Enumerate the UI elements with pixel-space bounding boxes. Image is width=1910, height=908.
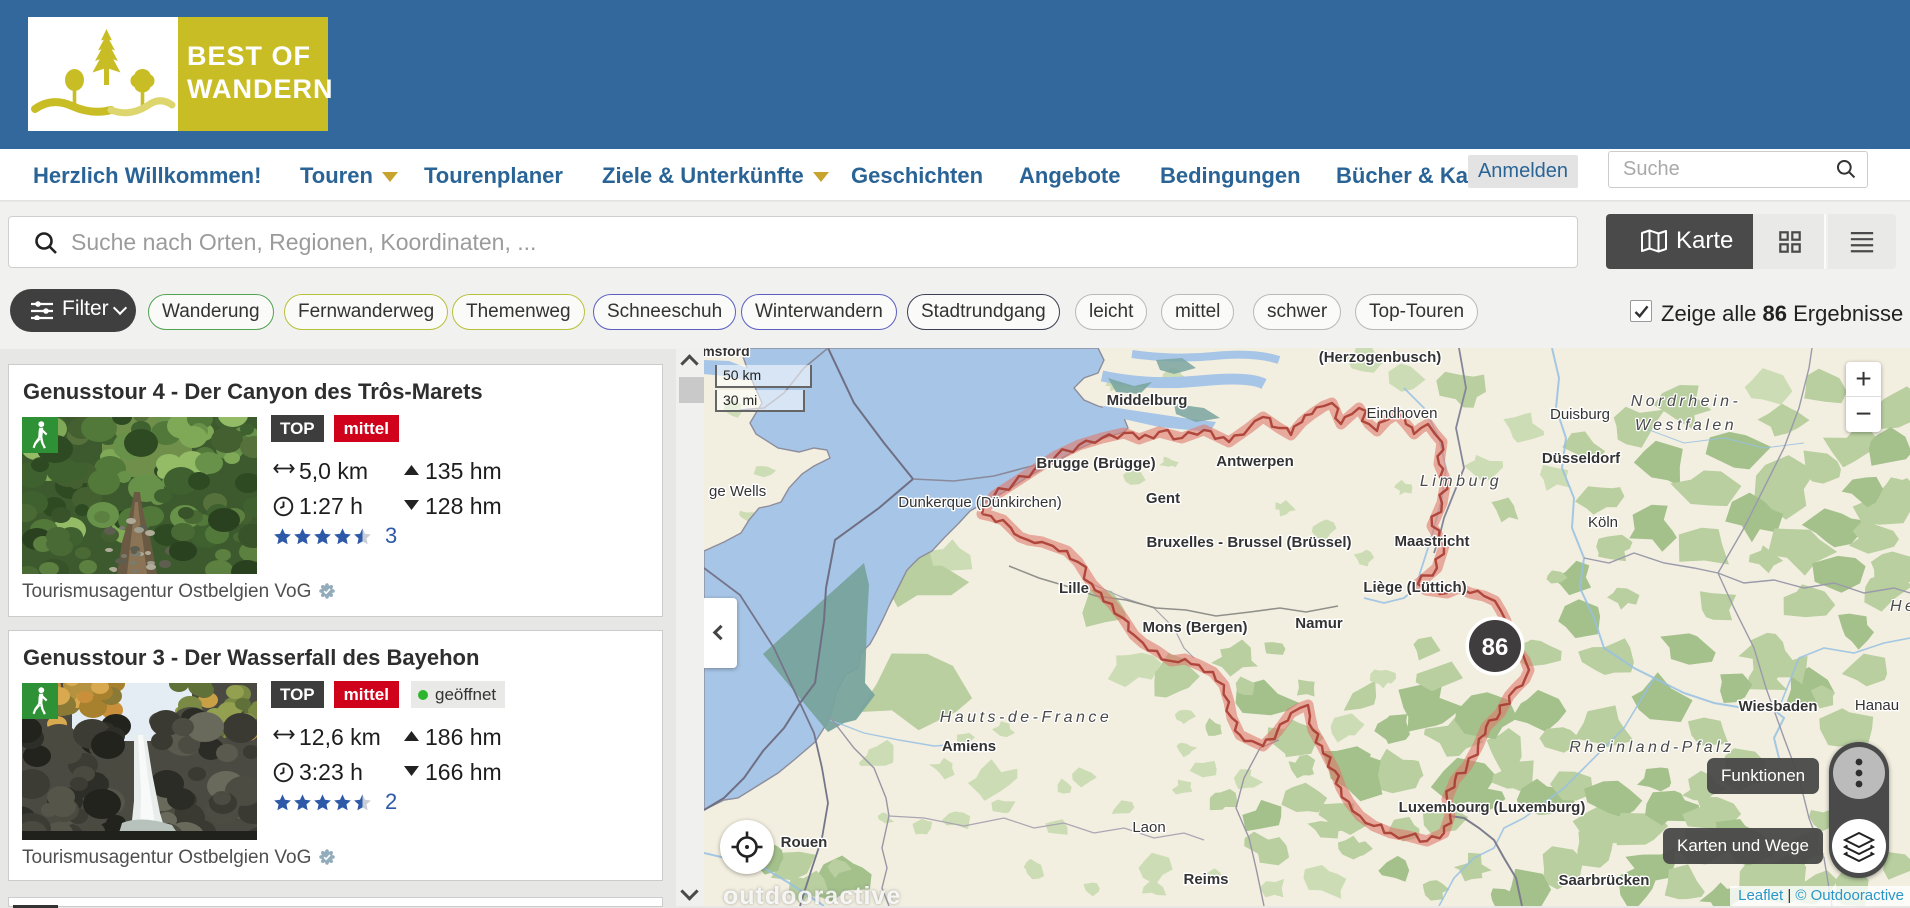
svg-text:Düsseldorf: Düsseldorf [1542,450,1621,467]
svg-text:Lille: Lille [1059,580,1089,597]
svg-text:Limburg: Limburg [1420,473,1502,490]
svg-text:Hanau: Hanau [1855,697,1899,714]
svg-text:Köln: Köln [1588,514,1618,531]
svg-text:Laon: Laon [1132,819,1165,836]
svg-text:Brugge (Brügge): Brugge (Brügge) [1036,455,1155,472]
svg-text:Dunkerque (Dünkirchen): Dunkerque (Dünkirchen) [898,494,1061,511]
svg-text:Rouen: Rouen [781,834,828,851]
svg-text:Eindhoven: Eindhoven [1367,405,1438,422]
svg-text:Mons (Bergen): Mons (Bergen) [1143,619,1248,636]
svg-text:lmsford: lmsford [704,348,750,359]
svg-text:(Herzogenbusch): (Herzogenbusch) [1319,349,1442,366]
svg-text:ge Wells: ge Wells [709,483,766,500]
svg-text:Bruxelles - Brussel (Brüssel): Bruxelles - Brussel (Brüssel) [1146,534,1351,551]
svg-text:Namur: Namur [1295,615,1343,632]
svg-text:Gent: Gent [1146,490,1180,507]
svg-text:86: 86 [1482,634,1509,661]
svg-text:Saarbrücken: Saarbrücken [1559,872,1650,889]
svg-text:Liège (Lüttich): Liège (Lüttich) [1363,579,1466,596]
svg-text:Amiens: Amiens [942,738,996,755]
svg-text:Maastricht: Maastricht [1394,533,1469,550]
svg-text:Hauts-de-France: Hauts-de-France [940,709,1113,726]
svg-text:Antwerpen: Antwerpen [1216,453,1294,470]
svg-text:Reims: Reims [1183,871,1228,888]
svg-text:Westfalen: Westfalen [1635,417,1737,434]
svg-text:Hes: Hes [1890,598,1910,615]
svg-text:Nordrhein-: Nordrhein- [1631,393,1742,410]
svg-text:Luxembourg (Luxemburg): Luxembourg (Luxemburg) [1399,799,1586,816]
svg-text:Middelburg: Middelburg [1107,392,1188,409]
svg-text:Wiesbaden: Wiesbaden [1738,698,1817,715]
svg-text:Duisburg: Duisburg [1550,406,1610,423]
svg-text:Rheinland-Pfalz: Rheinland-Pfalz [1569,739,1734,756]
